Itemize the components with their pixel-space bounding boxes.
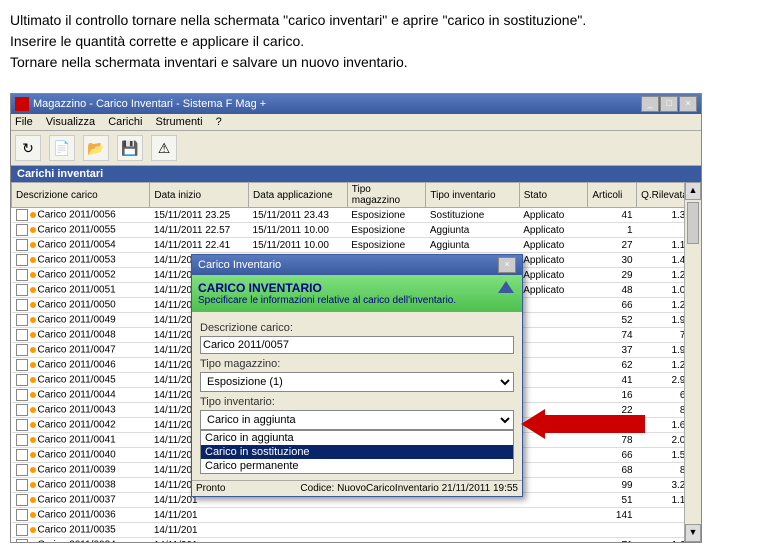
- vertical-scrollbar[interactable]: ▲ ▼: [684, 182, 701, 542]
- dialog-titlebar: Carico Inventario ×: [192, 255, 522, 275]
- menu-help[interactable]: ?: [216, 116, 222, 128]
- table-row[interactable]: Carico 2011/003614/11/201141: [12, 508, 701, 523]
- status-date: 21/11/2011: [442, 483, 491, 494]
- select-tipo-magazzino[interactable]: Esposizione (1): [200, 372, 514, 392]
- section-header: Carichi inventari: [11, 166, 701, 182]
- annotation-arrow: [521, 409, 645, 439]
- menu-visualizza[interactable]: Visualizza: [46, 116, 95, 128]
- input-descrizione[interactable]: [200, 336, 514, 354]
- col-tipo-inv[interactable]: Tipo inventario: [426, 183, 519, 208]
- scroll-down-button[interactable]: ▼: [685, 524, 701, 542]
- dialog-banner: CARICO INVENTARIO Specificare le informa…: [192, 275, 522, 312]
- status-pronto: Pronto: [196, 483, 225, 494]
- col-stato[interactable]: Stato: [519, 183, 588, 208]
- label-descrizione: Descrizione carico:: [200, 322, 514, 334]
- dialog-close-button[interactable]: ×: [498, 257, 516, 273]
- minimize-button[interactable]: _: [641, 96, 659, 112]
- table-row[interactable]: Carico 2011/003514/11/201: [12, 523, 701, 538]
- toolbar-open-icon[interactable]: 📂: [83, 135, 109, 161]
- scroll-thumb[interactable]: [687, 202, 699, 244]
- label-tipo-inventario: Tipo inventario:: [200, 396, 514, 408]
- col-articoli[interactable]: Articoli: [588, 183, 637, 208]
- dialog-banner-sub: Specificare le informazioni relative al …: [198, 295, 516, 306]
- titlebar: Magazzino - Carico Inventari - Sistema F…: [11, 94, 701, 114]
- col-desc[interactable]: Descrizione carico: [12, 183, 150, 208]
- col-data-app[interactable]: Data applicazione: [249, 183, 348, 208]
- col-tipo-mag[interactable]: Tipo magazzino: [347, 183, 426, 208]
- instruction-line-1: Ultimato il controllo tornare nella sche…: [10, 10, 749, 31]
- instruction-line-2: Inserire le quantità corrette e applicar…: [10, 31, 749, 52]
- option-carico-aggiunta[interactable]: Carico in aggiunta: [201, 431, 513, 445]
- table-row[interactable]: Carico 2011/005514/11/2011 22.5715/11/20…: [12, 223, 701, 238]
- menu-file[interactable]: File: [15, 116, 33, 128]
- dialog-body: Descrizione carico: Tipo magazzino: Espo…: [192, 312, 522, 480]
- col-data-inizio[interactable]: Data inizio: [150, 183, 249, 208]
- dialog-title-text: Carico Inventario: [198, 259, 281, 271]
- instructions: Ultimato il controllo tornare nella sche…: [10, 10, 749, 73]
- option-carico-sostituzione[interactable]: Carico in sostituzione: [201, 445, 513, 459]
- toolbar: ↻ 📄 📂 💾 ⚠: [11, 131, 701, 166]
- label-tipo-magazzino: Tipo magazzino:: [200, 358, 514, 370]
- menubar: File Visualizza Carichi Strumenti ?: [11, 114, 701, 131]
- toolbar-save-icon[interactable]: 💾: [117, 135, 143, 161]
- window-title: Magazzino - Carico Inventari - Sistema F…: [33, 98, 266, 110]
- instruction-line-3: Tornare nella schermata inventari e salv…: [10, 52, 749, 73]
- option-carico-permanente[interactable]: Carico permanente: [201, 459, 513, 473]
- toolbar-warning-icon[interactable]: ⚠: [151, 135, 177, 161]
- app-window: Magazzino - Carico Inventari - Sistema F…: [10, 93, 702, 543]
- select-tipo-inventario[interactable]: Carico in aggiunta: [200, 410, 514, 430]
- arrow-head-icon: [521, 409, 545, 439]
- toolbar-refresh-icon[interactable]: ↻: [15, 135, 41, 161]
- status-time: 19:55: [493, 483, 518, 494]
- menu-strumenti[interactable]: Strumenti: [155, 116, 202, 128]
- table-row[interactable]: Carico 2011/005615/11/2011 23.2515/11/20…: [12, 208, 701, 223]
- toolbar-new-icon[interactable]: 📄: [49, 135, 75, 161]
- app-icon: [15, 97, 29, 111]
- scroll-up-button[interactable]: ▲: [685, 182, 701, 200]
- carico-inventario-dialog: Carico Inventario × CARICO INVENTARIO Sp…: [191, 254, 523, 497]
- arrow-body: [545, 415, 645, 433]
- dialog-banner-title: CARICO INVENTARIO: [198, 281, 516, 295]
- dialog-statusbar: Pronto Codice: NuovoCaricoInventario 21/…: [192, 480, 522, 496]
- dropdown-tipo-inventario: Carico in aggiunta Carico in sostituzion…: [200, 430, 514, 474]
- maximize-button[interactable]: □: [660, 96, 678, 112]
- menu-carichi[interactable]: Carichi: [108, 116, 142, 128]
- table-row[interactable]: Carico 2011/003414/11/201711.608: [12, 538, 701, 543]
- pyramid-icon: [498, 281, 514, 293]
- table-row[interactable]: Carico 2011/005414/11/2011 22.4115/11/20…: [12, 238, 701, 253]
- status-codice: Codice: NuovoCaricoInventario: [300, 483, 438, 494]
- close-button[interactable]: ×: [679, 96, 697, 112]
